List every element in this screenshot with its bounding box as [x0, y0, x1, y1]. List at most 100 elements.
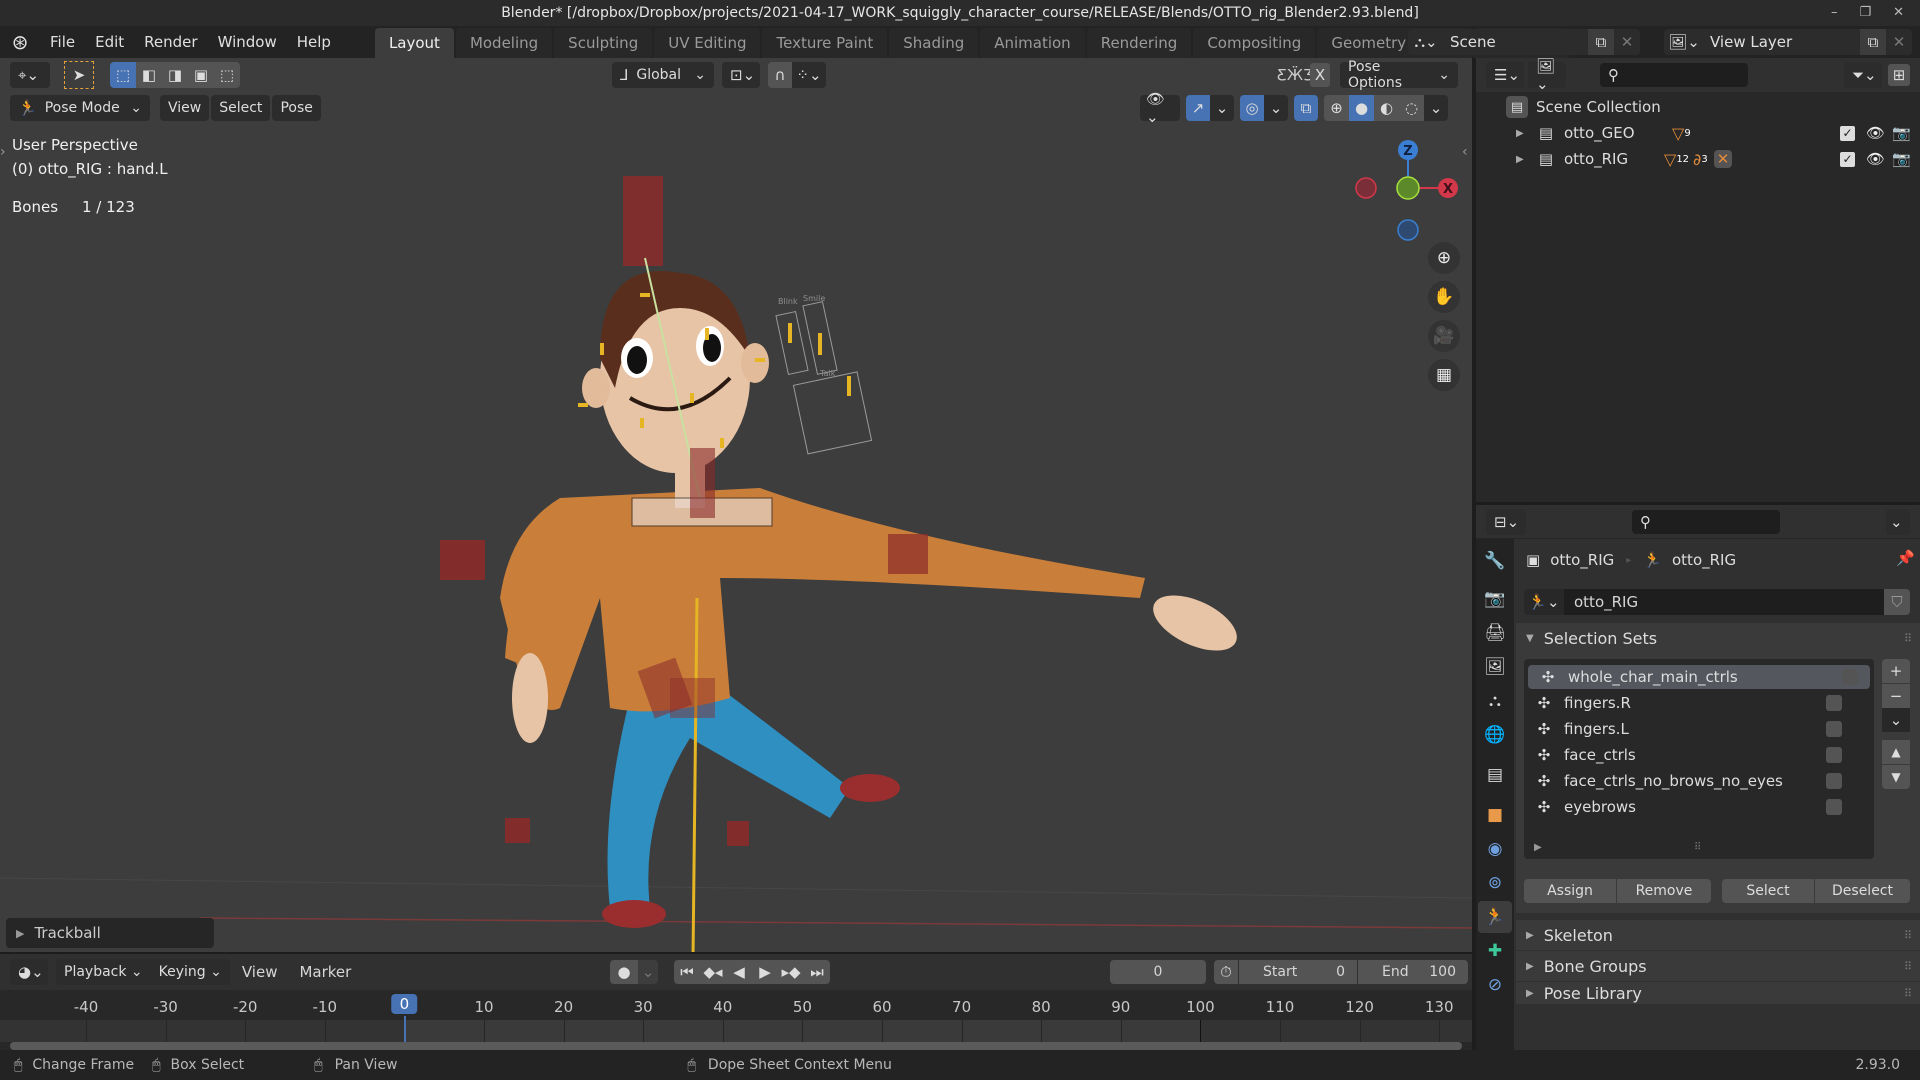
select-subtract-icon[interactable]: ◨	[162, 62, 188, 88]
start-frame-field[interactable]: Start 0	[1239, 960, 1357, 984]
properties-options-dropdown[interactable]: ⌄	[1886, 508, 1910, 535]
jump-start-icon[interactable]: ⏮	[674, 960, 700, 984]
tab-animation[interactable]: Animation	[980, 28, 1085, 58]
pan-view-hand-icon[interactable]: ✋	[1428, 281, 1460, 313]
selection-set-item[interactable]: ✣ fingers.R	[1524, 691, 1854, 715]
keying-menu[interactable]: Keying ⌄	[150, 959, 230, 985]
menu-render[interactable]: Render	[134, 26, 207, 58]
viewport-menu-select[interactable]: Select	[211, 95, 271, 121]
display-mode-dropdown[interactable]: 🖼⌄	[1528, 57, 1566, 93]
menu-file[interactable]: File	[40, 26, 85, 58]
overlays-icon[interactable]: ◎	[1240, 95, 1264, 121]
list-filter-toggle-icon[interactable]: ▶	[1534, 842, 1542, 853]
timeline-view-menu[interactable]: View	[242, 963, 278, 981]
outliner-search-input[interactable]: ⚲	[1600, 63, 1748, 87]
xray-toggle-icon[interactable]: ⧉	[1294, 95, 1318, 121]
jump-end-icon[interactable]: ⏭	[804, 960, 830, 984]
play-icon[interactable]: ▶	[752, 960, 778, 984]
drag-handle-icon[interactable]: ⠿	[1904, 929, 1912, 942]
scene-tab-icon[interactable]: ⛬	[1478, 685, 1512, 717]
gizmo-icon[interactable]: ↗	[1186, 95, 1210, 121]
exclude-checkbox[interactable]: ✓	[1840, 151, 1855, 167]
expand-triangle-icon[interactable]: ▶	[1516, 128, 1536, 139]
selection-set-checkbox[interactable]	[1826, 695, 1842, 711]
select-button[interactable]: Select	[1722, 879, 1814, 903]
exclude-checkbox[interactable]: ✓	[1840, 125, 1855, 141]
remove-scene-icon[interactable]: ✕	[1614, 33, 1640, 51]
frame-ruler[interactable]: -40 -30 -20 -10 0 10 20 30 40 50 60 70 80 90 100 110 120…	[0, 990, 1472, 1020]
toolbar-toggle-icon[interactable]: ›	[0, 144, 6, 160]
tab-texture-paint[interactable]: Texture Paint	[762, 28, 888, 58]
move-down-button[interactable]: ▼	[1882, 765, 1910, 789]
record-autokey-icon[interactable]: ●	[610, 960, 638, 984]
view-layer-selector[interactable]: 🖼⌄ View Layer ⧉ ✕	[1664, 29, 1912, 55]
pin-icon[interactable]: 📌	[1896, 549, 1915, 567]
duplicate-view-layer-icon[interactable]: ⧉	[1860, 29, 1886, 55]
x-mirror-toggle[interactable]: X	[1310, 63, 1330, 87]
next-keyframe-icon[interactable]: ▸◆	[778, 960, 804, 984]
current-frame-field[interactable]: 0	[1110, 960, 1206, 984]
selection-set-checkbox[interactable]	[1826, 747, 1842, 763]
ortho-toggle-grid-icon[interactable]: ▦	[1428, 359, 1460, 391]
outliner-editor-type[interactable]: ☰⌄	[1486, 62, 1524, 88]
armature-datablock-selector[interactable]: 🏃⌄ otto_RIG ⛉	[1524, 589, 1910, 615]
bone-tab-icon[interactable]: ✚	[1478, 935, 1512, 967]
selection-set-item[interactable]: ✣ face_ctrls	[1524, 743, 1854, 767]
deselect-button[interactable]: Deselect	[1815, 879, 1910, 903]
viewport-menu-pose[interactable]: Pose	[272, 95, 321, 121]
output-tab-icon[interactable]: 🖨	[1478, 617, 1512, 649]
snap-target-icon[interactable]: ⁘⌄	[792, 62, 826, 88]
solid-shading-icon[interactable]: ●	[1349, 95, 1374, 121]
duplicate-scene-icon[interactable]: ⧉	[1588, 29, 1614, 55]
remove-button[interactable]: Remove	[1617, 879, 1711, 903]
sidebar-toggle-icon[interactable]: ‹	[1462, 144, 1468, 160]
physics-tab-icon[interactable]: ◉	[1478, 833, 1512, 865]
move-up-button[interactable]: ▲	[1882, 740, 1910, 764]
select-intersect-icon[interactable]: ⬚	[214, 62, 240, 88]
view-layer-tab-icon[interactable]: 🖼	[1478, 651, 1512, 683]
selection-set-item[interactable]: ✣ face_ctrls_no_brows_no_eyes	[1524, 769, 1854, 793]
world-tab-icon[interactable]: 🌐	[1478, 719, 1512, 751]
tab-shading[interactable]: Shading	[889, 28, 979, 58]
bone-constraints-tab-icon[interactable]: ⊘	[1478, 969, 1512, 1001]
timeline-marker-menu[interactable]: Marker	[299, 963, 351, 981]
expand-triangle-icon[interactable]: ▶	[1516, 154, 1536, 165]
last-operator-panel[interactable]: ▶ Trackball	[6, 918, 214, 948]
end-frame-field[interactable]: End 100	[1358, 960, 1468, 984]
tab-compositing[interactable]: Compositing	[1193, 28, 1316, 58]
shading-dropdown-icon[interactable]: ⌄	[1424, 95, 1448, 121]
assign-button[interactable]: Assign	[1524, 879, 1616, 903]
render-camera-icon[interactable]: 📷	[1892, 150, 1911, 168]
tab-uv-editing[interactable]: UV Editing	[654, 28, 761, 58]
zoom-view-icon[interactable]: ⊕	[1428, 242, 1460, 274]
viewport-menu-view[interactable]: View	[160, 95, 210, 121]
list-resize-handle-icon[interactable]: ⠿	[1694, 842, 1701, 853]
render-camera-icon[interactable]: 📷	[1892, 124, 1911, 142]
gizmo-dropdown-icon[interactable]: ⌄	[1210, 95, 1234, 121]
collection-tab-icon[interactable]: ▤	[1478, 759, 1512, 791]
tab-sculpting[interactable]: Sculpting	[554, 28, 653, 58]
add-selection-set-button[interactable]: +	[1882, 659, 1910, 683]
selection-set-checkbox[interactable]	[1826, 799, 1842, 815]
play-reverse-icon[interactable]: ◀	[726, 960, 752, 984]
tab-layout[interactable]: Layout	[374, 28, 454, 58]
wireframe-shading-icon[interactable]: ⊕	[1324, 95, 1349, 121]
blender-logo-icon[interactable]: ⊛	[0, 30, 40, 54]
tweak-tool-button[interactable]: ➤	[64, 61, 94, 89]
outliner-row-collection[interactable]: ▶ ▤ otto_GEO ▽ 9 ✓ 👁 📷	[1476, 120, 1920, 146]
armature-browse-icon[interactable]: 🏃⌄	[1524, 589, 1564, 615]
timeline-editor-type[interactable]: ◕⌄	[10, 959, 48, 985]
selection-set-checkbox[interactable]	[1826, 773, 1842, 789]
visibility-eye-icon[interactable]: 👁	[1866, 150, 1885, 168]
mode-dropdown[interactable]: 🏃 Pose Mode ⌄	[10, 95, 150, 121]
selection-set-item[interactable]: ✣ eyebrows	[1524, 795, 1854, 819]
constraints-tab-icon[interactable]: ⊚	[1478, 867, 1512, 899]
prev-keyframe-icon[interactable]: ◆◂	[700, 960, 726, 984]
select-set-icon[interactable]: ⬚	[110, 62, 136, 88]
specials-menu-button[interactable]: ⌄	[1882, 708, 1910, 732]
armature-name-field[interactable]: otto_RIG	[1564, 589, 1884, 615]
armature-data-tab-icon[interactable]: 🏃	[1478, 901, 1512, 933]
filter-dropdown[interactable]: ⏷⌄	[1844, 62, 1882, 88]
properties-search-input[interactable]: ⚲	[1632, 509, 1780, 534]
3d-viewport[interactable]: Blink Smile Talk User Perspective (0) ot…	[0, 58, 1472, 952]
